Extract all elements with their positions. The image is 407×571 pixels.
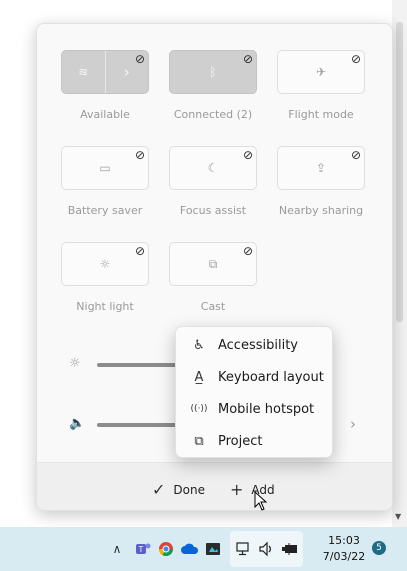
bluetooth-toggle[interactable]: ᛒ ⊘: [169, 50, 257, 94]
panel-footer: [37, 462, 392, 510]
focus-assist-toggle[interactable]: ☾ ⊘: [169, 146, 257, 190]
clock-time: 15:03: [328, 534, 360, 547]
unpin-icon[interactable]: ⊘: [243, 52, 253, 66]
mouse-cursor-icon: [254, 491, 268, 511]
tile-label-cast: Cast: [200, 300, 226, 313]
battery-icon[interactable]: [280, 539, 300, 559]
flight-mode-toggle[interactable]: ✈ ⊘: [277, 50, 365, 94]
unpin-icon[interactable]: ⊘: [135, 148, 145, 162]
tile-flight-mode[interactable]: ✈ ⊘ Flight mode: [277, 50, 365, 121]
capture-tool-icon[interactable]: [204, 540, 222, 558]
audio-output-chevron-icon[interactable]: ›: [350, 415, 356, 433]
tile-label-flight-mode: Flight mode: [288, 108, 354, 121]
sun-icon: ☼: [99, 257, 111, 271]
nearby-sharing-toggle[interactable]: ⇪ ⊘: [277, 146, 365, 190]
night-light-toggle[interactable]: ☼ ⊘: [61, 242, 149, 286]
menu-item-keyboard-layout[interactable]: A̲ Keyboard layout: [176, 363, 332, 391]
cast-toggle[interactable]: ⧉ ⊘: [169, 242, 257, 286]
tile-night-light[interactable]: ☼ ⊘ Night light: [61, 242, 149, 313]
tile-wifi[interactable]: ≋ › ⊘ Available: [61, 50, 149, 121]
teams-icon[interactable]: T: [134, 540, 152, 558]
taskbar: ∧ T 15:03 7/03/22 5: [0, 527, 407, 571]
scrollbar-thumb[interactable]: [396, 22, 403, 322]
chrome-icon[interactable]: [157, 540, 175, 558]
bluetooth-icon: ᛒ: [209, 65, 217, 79]
menu-item-mobile-hotspot[interactable]: ((·)) Mobile hotspot: [176, 395, 332, 423]
svg-text:T: T: [139, 545, 144, 554]
taskbar-clock[interactable]: 15:03 7/03/22: [318, 533, 370, 565]
unpin-icon[interactable]: ⊘: [243, 244, 253, 258]
unpin-icon[interactable]: ⊘: [135, 52, 145, 66]
tile-focus-assist[interactable]: ☾ ⊘ Focus assist: [169, 146, 257, 217]
add-quick-setting-menu: ♿ Accessibility A̲ Keyboard layout ((·))…: [175, 326, 333, 458]
checkmark-icon: ✓: [152, 480, 166, 499]
tile-label-focus-assist: Focus assist: [179, 204, 247, 217]
project-icon: ⧉: [194, 433, 204, 449]
unpin-icon[interactable]: ⊘: [351, 52, 361, 66]
accessibility-icon: ♿: [193, 337, 205, 353]
scroll-down-arrow[interactable]: ▼: [395, 512, 401, 521]
tile-label-nearby-sharing: Nearby sharing: [278, 204, 364, 217]
onedrive-icon[interactable]: [180, 540, 200, 558]
volume-icon[interactable]: [256, 539, 276, 559]
show-hidden-icons-chevron-icon[interactable]: ∧: [110, 540, 124, 558]
network-ethernet-icon[interactable]: [233, 539, 253, 559]
menu-item-project[interactable]: ⧉ Project: [176, 427, 332, 455]
done-button[interactable]: ✓ Done: [152, 480, 205, 499]
unpin-icon[interactable]: ⊘: [351, 148, 361, 162]
cast-icon: ⧉: [208, 256, 218, 271]
wifi-toggle[interactable]: ≋ › ⊘: [61, 50, 149, 94]
share-icon: ⇪: [315, 161, 327, 175]
unpin-icon[interactable]: ⊘: [135, 244, 145, 258]
unpin-icon[interactable]: ⊘: [243, 148, 253, 162]
speaker-icon: 🔈: [69, 416, 86, 431]
notification-badge[interactable]: 5: [372, 541, 386, 555]
airplane-icon: ✈: [315, 65, 327, 79]
hotspot-icon: ((·)): [190, 404, 208, 414]
done-label: Done: [173, 482, 205, 497]
brightness-icon: ☼: [69, 356, 81, 371]
menu-item-label: Mobile hotspot: [218, 401, 315, 417]
menu-item-label: Keyboard layout: [218, 369, 324, 385]
clock-date: 7/03/22: [322, 550, 366, 563]
tile-label-night-light: Night light: [76, 300, 134, 313]
wifi-icon: ≋: [62, 51, 106, 93]
tile-label-bluetooth: Connected (2): [173, 108, 253, 121]
menu-item-accessibility[interactable]: ♿ Accessibility: [176, 331, 332, 359]
page-scrollbar[interactable]: ▼: [392, 0, 407, 527]
tile-battery-saver[interactable]: ▭ ⊘ Battery saver: [61, 146, 149, 217]
tile-cast[interactable]: ⧉ ⊘ Cast: [169, 242, 257, 313]
keyboard-layout-icon: A̲: [194, 369, 204, 385]
battery-saver-toggle[interactable]: ▭ ⊘: [61, 146, 149, 190]
menu-item-label: Accessibility: [218, 337, 298, 353]
tile-label-wifi: Available: [80, 108, 130, 121]
plus-icon: +: [230, 480, 244, 499]
moon-icon: ☾: [207, 161, 219, 175]
tile-bluetooth[interactable]: ᛒ ⊘ Connected (2): [169, 50, 257, 121]
battery-saver-icon: ▭: [99, 161, 111, 175]
tile-label-battery-saver: Battery saver: [67, 204, 143, 217]
menu-item-label: Project: [218, 433, 263, 449]
tile-nearby-sharing[interactable]: ⇪ ⊘ Nearby sharing: [277, 146, 365, 217]
